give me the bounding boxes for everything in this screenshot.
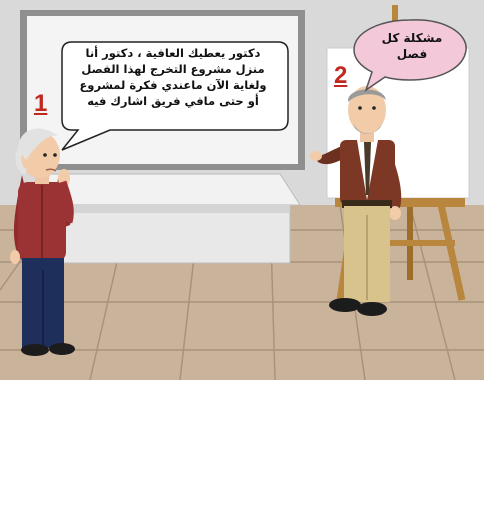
character-number-1: 1: [34, 90, 48, 117]
teacher-dialogue-line: فصل: [396, 47, 428, 61]
comic-panel: دكتور يعطيك العافية ، دكتور أنا منزل مشر…: [0, 0, 484, 515]
student-dialogue-line: منزل مشروع التخرج لهذا الفصل: [81, 62, 265, 76]
student-dialogue-line: ولغاية الآن ماعندي فكرة لمشروع: [79, 78, 267, 92]
teacher-dialogue-line: مشكلة كل: [381, 31, 443, 45]
desk: [34, 173, 301, 264]
student-dialogue: دكتور يعطيك العافية ، دكتور أنا منزل مشر…: [63, 45, 283, 109]
character-number-2: 2: [334, 62, 348, 89]
student-dialogue-line: دكتور يعطيك العافية ، دكتور أنا: [85, 46, 261, 60]
student-dialogue-line: أو حتى مافي فريق اشارك فيه: [87, 94, 259, 108]
teacher-dialogue: مشكلة كل فصل: [356, 30, 468, 62]
